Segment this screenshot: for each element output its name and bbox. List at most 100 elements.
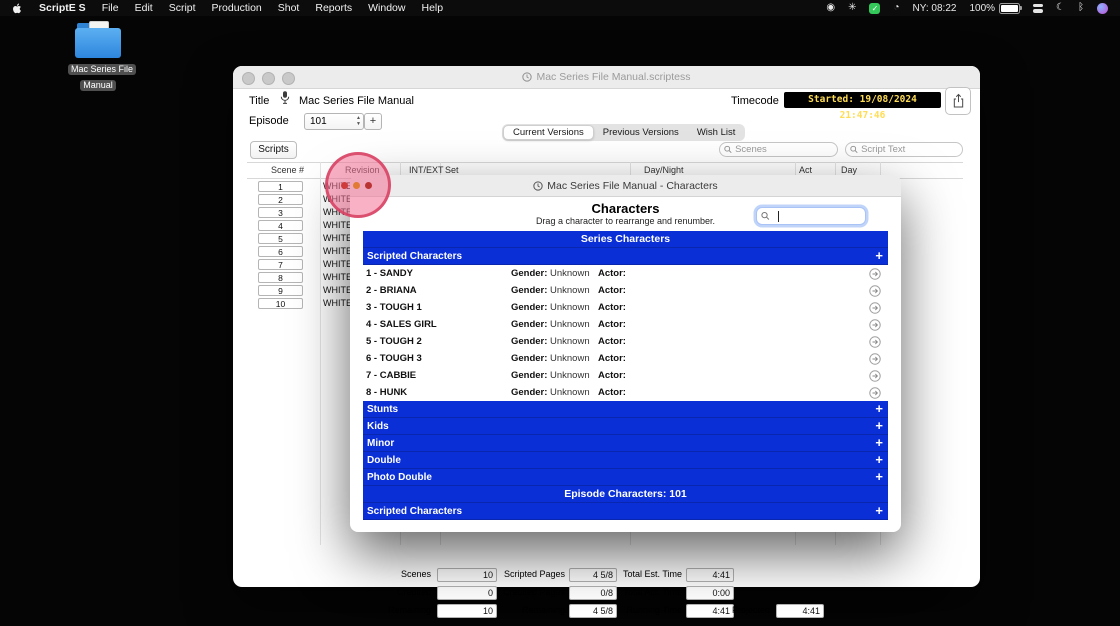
scene-number-field[interactable]: 4 xyxy=(258,220,303,231)
scene-number-field[interactable]: 10 xyxy=(258,298,303,309)
menu-left: ScriptE S File Edit Script Production Sh… xyxy=(12,2,443,15)
bluetooth-icon[interactable]: ᛒ xyxy=(1078,3,1084,13)
category-row-minor[interactable]: Minor + xyxy=(363,435,888,452)
revision-cell[interactable]: WHITE xyxy=(323,272,352,282)
character-name: 7 - CABBIE xyxy=(366,370,417,381)
menu-shot[interactable]: Shot xyxy=(278,2,300,14)
scene-number-field[interactable]: 9 xyxy=(258,285,303,296)
revision-cell[interactable]: WHITE xyxy=(323,285,352,295)
script-text-search-input[interactable] xyxy=(858,144,958,155)
search-icon xyxy=(724,145,732,154)
share-button[interactable] xyxy=(945,87,971,115)
menu-script[interactable]: Script xyxy=(169,2,196,14)
clock-icon xyxy=(533,180,543,191)
character-row[interactable]: 2 - BRIANA Gender: Unknown Actor: xyxy=(363,282,888,299)
character-row[interactable]: 5 - TOUGH 2 Gender: Unknown Actor: xyxy=(363,333,888,350)
add-episode-button[interactable]: + xyxy=(364,113,382,130)
search-icon xyxy=(761,211,770,220)
character-row[interactable]: 3 - TOUGH 1 Gender: Unknown Actor: xyxy=(363,299,888,316)
summary-field[interactable]: 4:41 xyxy=(776,604,824,618)
character-row[interactable]: 8 - HUNK Gender: Unknown Actor: xyxy=(363,384,888,401)
add-double-button[interactable]: + xyxy=(875,452,883,469)
add-episode-scripted-character-button[interactable]: + xyxy=(875,503,883,520)
summary-label: Credited xyxy=(396,587,431,597)
menu-edit[interactable]: Edit xyxy=(135,2,153,14)
microphone-icon[interactable] xyxy=(279,90,291,110)
battery-icon xyxy=(999,2,1023,14)
category-row-photo-double[interactable]: Photo Double + xyxy=(363,469,888,486)
menu-window[interactable]: Window xyxy=(368,2,405,14)
menu-bar: ScriptE S File Edit Script Production Sh… xyxy=(0,0,1120,16)
tab-previous-versions[interactable]: Previous Versions xyxy=(594,125,688,140)
character-detail-arrow-icon[interactable] xyxy=(869,387,881,405)
shield-icon[interactable]: ✓ xyxy=(869,2,881,14)
scene-number-field[interactable]: 5 xyxy=(258,233,303,244)
character-row[interactable]: 6 - TOUGH 3 Gender: Unknown Actor: xyxy=(363,350,888,367)
clock-icon xyxy=(522,72,533,82)
summary-field[interactable]: 4:41 xyxy=(686,568,734,582)
menu-production[interactable]: Production xyxy=(212,2,262,14)
summary-field[interactable]: 0 xyxy=(437,586,497,600)
character-row[interactable]: 1 - SANDY Gender: Unknown Actor: xyxy=(363,265,888,282)
scene-number-field[interactable]: 3 xyxy=(258,207,303,218)
scenes-search-input[interactable] xyxy=(732,144,833,155)
category-row-double[interactable]: Double + xyxy=(363,452,888,469)
scene-number-field[interactable]: 6 xyxy=(258,246,303,257)
main-window-title: Mac Series File Manual.scriptess xyxy=(233,66,980,88)
main-window-titlebar[interactable]: Mac Series File Manual.scriptess xyxy=(233,66,980,89)
moon-icon[interactable]: ☾ xyxy=(1056,3,1065,13)
character-name: 6 - TOUGH 3 xyxy=(366,353,422,364)
summary-field[interactable]: 10 xyxy=(437,604,497,618)
revision-cell[interactable]: WHITE xyxy=(323,259,352,269)
scenes-search[interactable] xyxy=(719,142,838,157)
scene-number-field[interactable]: 2 xyxy=(258,194,303,205)
menu-help[interactable]: Help xyxy=(421,2,443,14)
control-center-icon[interactable] xyxy=(1033,3,1044,13)
record-icon[interactable]: ◉ xyxy=(826,3,835,13)
settings-icon[interactable]: ✳ xyxy=(848,3,856,13)
add-minor-button[interactable]: + xyxy=(875,435,883,452)
menu-clock[interactable]: NY: 08:22 xyxy=(913,3,957,14)
camera-icon[interactable]: ◔ xyxy=(893,3,899,13)
revision-cell[interactable]: WHITE xyxy=(323,233,352,243)
episode-label: Episode xyxy=(249,115,289,127)
add-kids-button[interactable]: + xyxy=(875,418,883,435)
category-row-stunts[interactable]: Stunts + xyxy=(363,401,888,418)
title-value-field[interactable]: Mac Series File Manual xyxy=(299,95,414,107)
menu-app-name[interactable]: ScriptE S xyxy=(39,2,86,14)
menu-status-area: ◉ ✳ ✓ ◔ NY: 08:22 100% ☾ ᛒ xyxy=(826,2,1108,14)
scene-number-field[interactable]: 7 xyxy=(258,259,303,270)
add-photo-double-button[interactable]: + xyxy=(875,469,883,486)
add-scripted-character-button[interactable]: + xyxy=(875,248,883,265)
timecode-label: Timecode xyxy=(731,95,779,107)
scripts-button[interactable]: Scripts xyxy=(250,141,297,159)
summary-field[interactable]: 0:00 xyxy=(686,586,734,600)
tab-wish-list[interactable]: Wish List xyxy=(688,125,745,140)
character-row[interactable]: 4 - SALES GIRL Gender: Unknown Actor: xyxy=(363,316,888,333)
summary-field[interactable]: 10 xyxy=(437,568,497,582)
character-name: 3 - TOUGH 1 xyxy=(366,302,422,313)
revision-cell[interactable]: WHITE xyxy=(323,246,352,256)
siri-icon[interactable] xyxy=(1097,2,1108,14)
revision-cell[interactable]: WHITE xyxy=(323,298,352,308)
character-search[interactable] xyxy=(756,207,866,225)
character-row[interactable]: 7 - CABBIE Gender: Unknown Actor: xyxy=(363,367,888,384)
character-name: 1 - SANDY xyxy=(366,268,413,279)
apple-menu-icon[interactable] xyxy=(12,2,23,15)
script-text-search[interactable] xyxy=(845,142,963,157)
scene-number-field[interactable]: 1 xyxy=(258,181,303,192)
episode-select[interactable]: 101 ▲ ▼ xyxy=(304,113,364,130)
scene-number-field[interactable]: 8 xyxy=(258,272,303,283)
category-row-kids[interactable]: Kids + xyxy=(363,418,888,435)
battery-indicator[interactable]: 100% xyxy=(969,2,1023,14)
character-search-input[interactable] xyxy=(769,210,861,222)
summary-label: Running Time xyxy=(626,605,682,615)
revision-cell[interactable]: WHITE xyxy=(323,220,352,230)
menu-file[interactable]: File xyxy=(102,2,119,14)
col-set: Set xyxy=(445,165,459,175)
folder-icon xyxy=(75,21,121,58)
tab-current-versions[interactable]: Current Versions xyxy=(503,125,594,140)
summary-label: Total Est. Time xyxy=(622,569,682,579)
desktop-folder-mac-series[interactable]: Mac Series File Manual xyxy=(68,21,137,92)
menu-reports[interactable]: Reports xyxy=(315,2,352,14)
